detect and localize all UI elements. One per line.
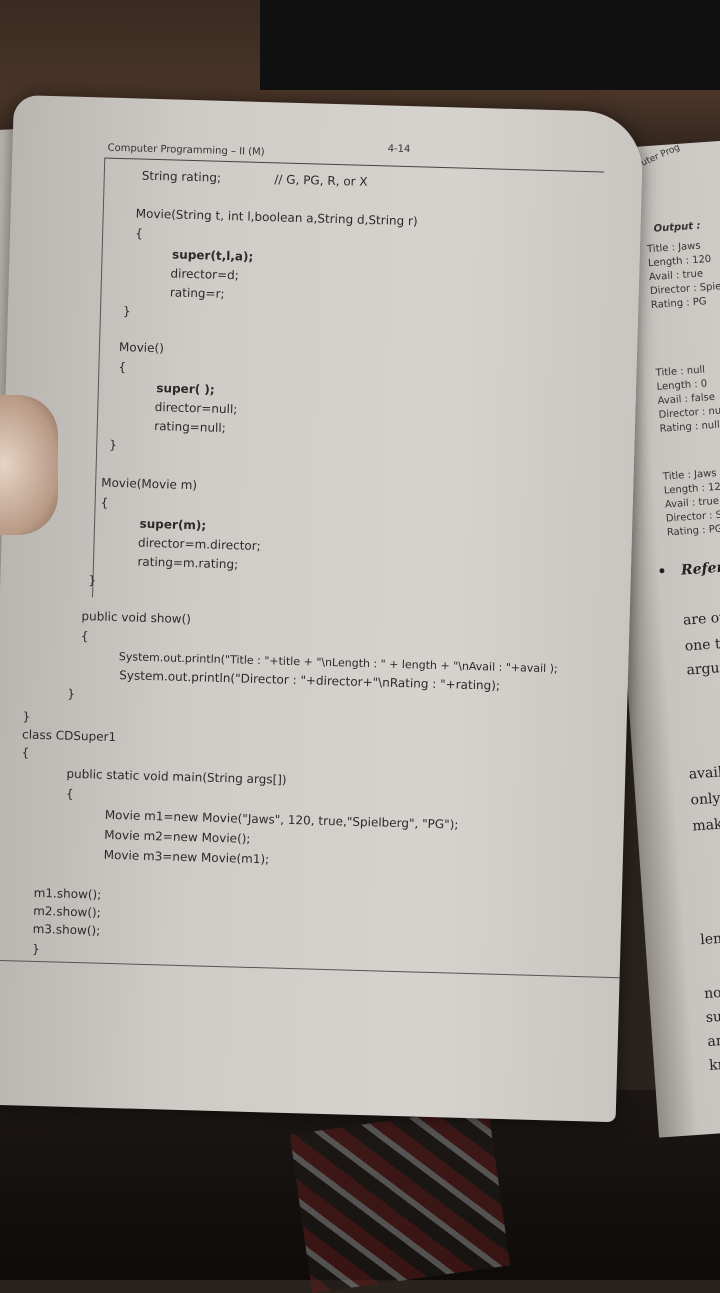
- code-line: super(m);: [126, 516, 207, 533]
- code-line: }: [22, 709, 31, 724]
- code-line: Movie(Movie m): [101, 475, 198, 493]
- code-line: {: [118, 360, 127, 375]
- code-line: Movie(): [118, 340, 165, 356]
- code-line: Movie(String t, int l,boolean a,String d…: [135, 206, 418, 229]
- output-line: Avail : false: [657, 391, 716, 407]
- code-line: rating=m.rating;: [125, 554, 239, 572]
- page-header-title: Computer Programming – II (M): [107, 142, 265, 159]
- output-line: Director : Spielb: [649, 280, 720, 298]
- code-line: }: [88, 573, 97, 588]
- code-line: super(t,l,a);: [159, 247, 254, 264]
- code-line: director=d;: [158, 266, 239, 283]
- right-page-text-line: • Refer Use: [657, 559, 720, 581]
- right-page-text-line: arguments: [685, 657, 720, 679]
- code-line: {: [54, 786, 74, 801]
- code-line: director=m.director;: [126, 535, 261, 554]
- output-line: Title : Jaws: [662, 467, 717, 483]
- right-page-text-line: knowledge: [708, 1052, 720, 1074]
- right-page-text-line: are able to: [706, 1032, 720, 1050]
- code-box-bottom-border: [0, 959, 620, 979]
- code-box-left-border: [92, 157, 106, 598]
- right-page-text-line: superclass: [705, 1004, 720, 1027]
- output-line: Avail : true: [664, 495, 720, 511]
- code-line: }: [31, 941, 40, 957]
- code-line: String rating; // G, PG, R, or X: [141, 168, 368, 189]
- code-line: rating=r;: [158, 285, 225, 301]
- page-number: 4-14: [387, 143, 411, 156]
- code-line: {: [100, 495, 109, 510]
- code-line: {: [80, 629, 89, 644]
- code-line: class CDSuper1: [21, 727, 117, 745]
- code-line: public void show(): [81, 609, 192, 627]
- code-line: Movie m3=new Movie(m1);: [80, 847, 270, 867]
- background-dark-object: [260, 0, 720, 90]
- left-page: Computer Programming – II (M) 4-14 Strin…: [0, 95, 644, 1123]
- code-line: m2.show();: [33, 903, 101, 920]
- output-line: Rating : null: [659, 419, 720, 435]
- code-line: m1.show();: [33, 885, 102, 902]
- code-line: Movie m2=new Movie();: [81, 827, 251, 846]
- output-line: Length : 120: [663, 481, 720, 497]
- output-line: Title : null: [655, 364, 706, 379]
- output-line: Length : 120: [647, 253, 712, 270]
- output-line: Length : 0: [656, 378, 708, 393]
- code-line: {: [21, 745, 30, 760]
- right-page-text-line: avail usin: [688, 764, 720, 783]
- code-line: public static void main(String args[]): [54, 766, 287, 787]
- output-line: Rating : PG: [650, 296, 708, 312]
- code-line: director=null;: [143, 399, 238, 417]
- output-line: Avail : true: [648, 268, 704, 284]
- output-line: Rating : PG: [666, 523, 720, 539]
- right-page-text-line: one that r: [684, 634, 720, 655]
- code-line: }: [67, 686, 76, 701]
- output-line: Title : Jaws: [646, 240, 701, 256]
- right-page-text-line: make these: [691, 815, 720, 835]
- thumb: [0, 395, 58, 535]
- right-page-text-line: are overlo: [682, 607, 720, 629]
- output-line: Director : Spielbe: [665, 507, 720, 525]
- code-line: }: [109, 437, 118, 453]
- code-line: {: [134, 226, 144, 241]
- patterned-cloth: [289, 1106, 511, 1293]
- code-line: super( );: [143, 380, 215, 397]
- right-page-text-line: only needs: [690, 790, 720, 809]
- output-line: Director : null: [658, 405, 720, 421]
- code-line: m3.show();: [32, 921, 101, 938]
- right-page-text-line: length and: [699, 929, 720, 949]
- right-page-text-line: not of type: [703, 984, 720, 1003]
- output-label: Output :: [653, 220, 701, 235]
- code-line: rating=null;: [142, 418, 226, 436]
- code-line: }: [122, 304, 131, 319]
